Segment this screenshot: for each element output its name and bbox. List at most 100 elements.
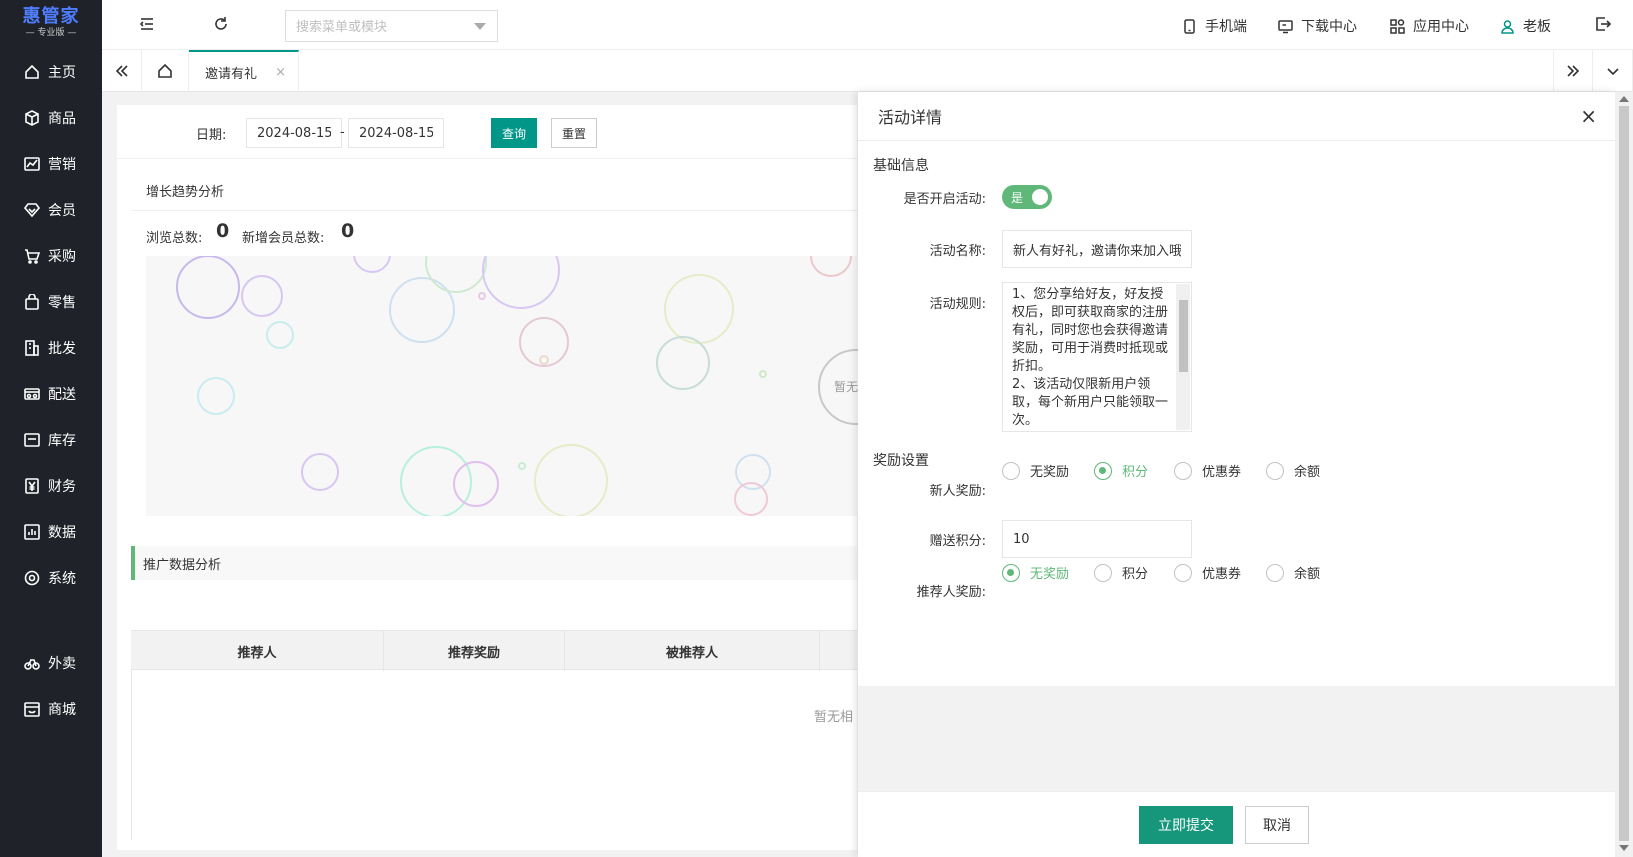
bubble: [759, 370, 767, 378]
tab-invite-gift[interactable]: 邀请有礼 ×: [189, 50, 299, 92]
bubble: [656, 336, 710, 390]
reset-button[interactable]: 重置: [551, 118, 597, 148]
sidebar-item-yen[interactable]: 财务: [0, 471, 102, 501]
empty-text: 暂无相: [814, 710, 854, 725]
activity-name-input[interactable]: [1002, 230, 1192, 268]
top-bar: 手机端 下载中心 应用中心 老板: [102, 0, 1633, 50]
bubble: [176, 256, 240, 319]
sidebar-item-building[interactable]: 批发: [0, 333, 102, 363]
sidebar-item-bag[interactable]: 零售: [0, 287, 102, 317]
promo-section-title: 推广数据分析: [131, 546, 857, 580]
end-date-input[interactable]: [348, 118, 444, 148]
sidebar-item-bike[interactable]: 外卖: [0, 648, 102, 678]
date-separator: -: [340, 125, 345, 140]
panel-title: 活动详情: [878, 108, 943, 127]
radio-option[interactable]: 优惠券: [1174, 563, 1241, 582]
activity-rules-textarea[interactable]: 1、您分享给好友，好友授权后，即可获取商家的注册有礼，同时您也会获得邀请奖励，可…: [1002, 282, 1192, 432]
settings-icon: [24, 570, 40, 586]
sidebar-item-inventory[interactable]: 库存: [0, 425, 102, 455]
radio-option[interactable]: 无奖励: [1002, 461, 1069, 480]
bubble: [425, 256, 487, 293]
search-input[interactable]: [285, 10, 498, 42]
monitor-icon: [1278, 19, 1293, 33]
column-referral-reward[interactable]: 推荐奖励: [384, 631, 565, 671]
bubble: [478, 292, 486, 300]
cancel-button[interactable]: 取消: [1245, 806, 1309, 844]
gift-points-label: 赠送积分:: [929, 534, 986, 549]
column-referrer[interactable]: 推荐人: [131, 631, 384, 671]
sidebar-item-chart[interactable]: 数据: [0, 517, 102, 547]
sidebar-item-box[interactable]: 商品: [0, 103, 102, 133]
radio-label: 优惠券: [1202, 465, 1242, 480]
sidebar-item-truck[interactable]: 配送: [0, 379, 102, 409]
user-icon: [1501, 19, 1514, 34]
tabs-scroll-left-button[interactable]: [102, 50, 142, 92]
chevron-down-icon[interactable]: [474, 23, 486, 30]
double-chevron-right-icon: [1567, 65, 1580, 77]
panel-scrollbar[interactable]: [1615, 92, 1633, 857]
radio-option[interactable]: 无奖励: [1002, 563, 1069, 582]
gift-points-input[interactable]: [1002, 520, 1192, 558]
sidebar-item-label: 商城: [48, 702, 76, 718]
bubble: [734, 482, 768, 516]
radio-option[interactable]: 积分: [1094, 461, 1148, 480]
mobile-link[interactable]: 手机端: [1182, 16, 1247, 36]
brand-logo[interactable]: 惠管家 — 专业版 —: [0, 0, 102, 46]
sidebar-item-label: 主页: [48, 65, 76, 81]
tabs-scroll-right-button[interactable]: [1553, 50, 1593, 92]
column-referee[interactable]: 被推荐人: [565, 631, 820, 671]
bubble: [539, 355, 549, 365]
brand-edition: — 专业版 —: [25, 28, 77, 38]
tab-home[interactable]: [142, 50, 189, 92]
sidebar-item-trend[interactable]: 营销: [0, 149, 102, 179]
box-icon: [25, 110, 39, 126]
download-center-link[interactable]: 下载中心: [1278, 16, 1357, 36]
sidebar-item-label: 会员: [48, 203, 76, 219]
mobile-link-label: 手机端: [1205, 19, 1247, 35]
diamond-icon: [24, 203, 40, 218]
rules-scrollbar[interactable]: [1176, 284, 1190, 430]
new-user-reward-label: 新人奖励:: [929, 484, 986, 499]
tabs-menu-button[interactable]: [1593, 50, 1633, 92]
trend-icon: [24, 157, 40, 171]
user-name: 老板: [1523, 19, 1551, 35]
refresh-icon[interactable]: [212, 15, 232, 35]
sidebar-item-label: 商品: [48, 111, 76, 127]
panel-footer: 立即提交 取消: [858, 791, 1615, 857]
start-date-input[interactable]: [246, 118, 342, 148]
menu-collapse-icon[interactable]: [138, 15, 158, 35]
radio-label: 积分: [1122, 465, 1149, 480]
sidebar-item-cart[interactable]: 采购: [0, 241, 102, 271]
radio-label: 余额: [1294, 465, 1321, 480]
radio-option[interactable]: 积分: [1094, 563, 1148, 582]
activity-name-label: 活动名称:: [929, 244, 986, 259]
tab-invite-gift-label: 邀请有礼: [205, 66, 258, 82]
radio-circle-icon: [1094, 461, 1112, 480]
radio-option[interactable]: 余额: [1266, 563, 1320, 582]
sidebar-item-label: 财务: [48, 479, 76, 495]
radio-option[interactable]: 优惠券: [1174, 461, 1241, 480]
sidebar-item-diamond[interactable]: 会员: [0, 195, 102, 225]
close-icon[interactable]: ×: [1580, 104, 1597, 128]
bubble: [301, 453, 339, 491]
sidebar-item-home[interactable]: 主页: [0, 57, 102, 87]
radio-circle-icon: [1002, 461, 1020, 480]
bubble: [197, 377, 235, 415]
enable-activity-toggle[interactable]: 是: [1002, 185, 1052, 209]
user-menu[interactable]: 老板: [1500, 16, 1551, 36]
query-button[interactable]: 查询: [491, 118, 537, 148]
tab-close-icon[interactable]: ×: [275, 65, 286, 80]
app-center-link[interactable]: 应用中心: [1390, 16, 1469, 36]
mobile-icon: [1184, 18, 1195, 34]
sidebar-item-store[interactable]: 商城: [0, 694, 102, 724]
radio-option[interactable]: 余额: [1266, 461, 1320, 480]
submit-button[interactable]: 立即提交: [1139, 806, 1233, 844]
bubble: [353, 256, 391, 273]
bike-icon: [24, 659, 40, 670]
table-empty: 暂无相: [131, 670, 857, 840]
sidebar-item-settings[interactable]: 系统: [0, 563, 102, 593]
radio-circle-icon: [1174, 461, 1192, 480]
sidebar-item-label: 零售: [48, 295, 76, 311]
radio-label: 余额: [1294, 567, 1321, 582]
logout-icon[interactable]: [1594, 15, 1614, 35]
